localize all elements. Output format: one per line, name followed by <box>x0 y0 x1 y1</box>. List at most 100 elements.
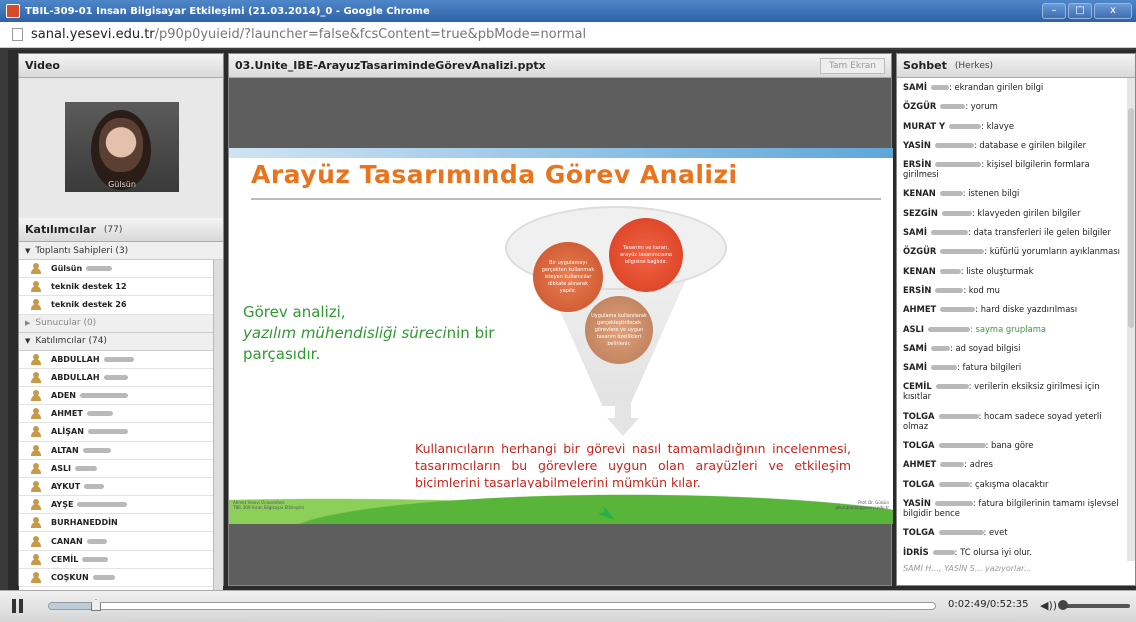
chat-sender: SAMİ <box>903 362 927 373</box>
chat-scroll-thumb[interactable] <box>1128 108 1134 328</box>
chat-sender: SAMİ <box>903 82 927 92</box>
volume-track[interactable] <box>1062 604 1130 608</box>
chat-scope: (Herkes) <box>954 60 994 71</box>
list-item[interactable]: ADEN <box>19 387 223 406</box>
maximize-button[interactable]: □ <box>1068 3 1092 19</box>
share-pod: 03.Unite_IBE-ArayuzTasarimindeGörevAnali… <box>228 53 893 586</box>
chat-message: ERSİN: kod mu <box>903 285 1121 295</box>
redacted-surname <box>86 538 107 544</box>
chat-text: : bana göre <box>985 440 1034 451</box>
chat-title: Sohbet <box>903 59 947 72</box>
playback-time: 0:02:49/0:52:35 <box>948 599 1029 610</box>
list-item[interactable]: teknik destek 26 <box>19 296 223 315</box>
participant-name: ABDULLAH <box>51 372 100 382</box>
close-button[interactable]: x <box>1094 3 1132 19</box>
chat-scrollbar[interactable] <box>1127 78 1135 561</box>
redacted-surname <box>938 530 984 536</box>
list-item[interactable]: ABDULLAH <box>19 351 223 369</box>
redacted-surname <box>949 123 982 129</box>
chat-header: Sohbet (Herkes) <box>897 54 1135 78</box>
pause-icon[interactable] <box>12 599 24 613</box>
chat-sender: TOLGA <box>903 527 935 538</box>
participant-name: CEMİL <box>51 554 79 564</box>
participant-name: ADEN <box>51 391 76 401</box>
volume-handle[interactable] <box>1058 600 1068 610</box>
redacted-surname <box>940 104 966 110</box>
slide-left-text: Görev analizi, yazılım mühendisliği süre… <box>243 302 494 365</box>
chat-sender: SAMİ <box>903 227 927 238</box>
user-icon <box>31 263 41 275</box>
connect-meeting-app: Video Gülsün Katılımcılar (77) ▼ Toplantı… <box>8 50 1136 611</box>
participants-count: (77) <box>103 224 123 235</box>
list-item[interactable]: AHMET <box>19 405 223 424</box>
video-pod: Gülsün <box>19 78 223 218</box>
chat-message: SAMİ: ekrandan girilen bilgi <box>903 82 1121 92</box>
user-icon <box>31 353 41 365</box>
minimize-button[interactable]: – <box>1042 3 1066 19</box>
webcam-person-face <box>99 118 143 172</box>
redacted-surname <box>940 307 976 313</box>
list-item[interactable]: ALİŞAN <box>19 423 223 442</box>
list-item[interactable]: teknik destek 12 <box>19 278 223 297</box>
chat-message: KENAN: istenen bilgi <box>903 188 1121 198</box>
chat-sender: MURAT Y <box>903 120 946 131</box>
slide-bottom-text: Kullanıcıların herhangi bir görevi nasıl… <box>415 441 851 490</box>
fullscreen-button[interactable]: Tam Ekran <box>820 57 885 74</box>
redacted-surname <box>86 266 113 272</box>
chat-text: : klavyeden girilen bilgiler <box>971 207 1081 218</box>
list-item[interactable]: BURHANEDDİN <box>19 514 223 533</box>
seek-track[interactable] <box>48 602 936 610</box>
page-icon <box>12 28 23 41</box>
chat-sender: YASİN <box>903 497 931 508</box>
chat-message: SAMİ: fatura bilgileri <box>903 362 1121 372</box>
user-icon <box>31 281 41 293</box>
webcam-feed <box>65 102 179 192</box>
group-presenters[interactable]: ▶ Sunucular (0) <box>19 314 223 333</box>
slide-left-line2-rest: nin bir <box>446 324 495 342</box>
redacted-surname <box>941 210 972 216</box>
chat-message: MURAT Y: klavye <box>903 121 1121 131</box>
typing-indicator: SAMİ H..., YASİN S... yazıyorlar... <box>903 563 1032 573</box>
speaker-icon[interactable]: ◀)) <box>1040 599 1057 612</box>
chat-message: YASİN: database e girilen bilgiler <box>903 140 1121 150</box>
group-attendees-label: Katılımcılar (74) <box>35 336 107 347</box>
slide-left-line3: parçasıdır. <box>243 345 321 363</box>
chat-text: : hard diske yazdırılması <box>975 304 1078 315</box>
list-item[interactable]: ASLI <box>19 460 223 478</box>
list-item[interactable]: AYŞE <box>19 496 223 515</box>
chat-message: TOLGA: hocam sadece soyad yeterli olmaz <box>903 411 1121 431</box>
redacted-surname <box>938 443 986 449</box>
group-hosts[interactable]: ▼ Toplantı Sahipleri (3) <box>19 242 223 260</box>
list-item[interactable]: ABDULLAH <box>19 369 223 387</box>
seek-handle[interactable] <box>91 599 101 611</box>
chat-sender: ÖZGÜR <box>903 101 937 112</box>
chat-text: : evet <box>983 527 1008 538</box>
redacted-surname <box>86 411 113 417</box>
list-item[interactable]: COŞKUN <box>19 569 223 587</box>
list-item[interactable]: AYKUT <box>19 478 223 497</box>
group-presenters-label: Sunucular (0) <box>35 318 97 329</box>
chat-text: : verilerin eksiksiz girilmesi için kısı… <box>903 381 1100 402</box>
participants-scrollbar[interactable] <box>213 260 223 611</box>
redacted-surname <box>939 268 961 274</box>
participant-name: teknik destek 12 <box>51 282 127 292</box>
chat-message: TOLGA: çakışma olacaktır <box>903 479 1121 489</box>
share-pod-header: 03.Unite_IBE-ArayuzTasarimindeGörevAnali… <box>229 54 891 78</box>
list-item[interactable]: CEMİL <box>19 551 223 569</box>
chat-message: TOLGA: bana göre <box>903 440 1121 450</box>
redacted-surname <box>934 142 974 148</box>
list-item[interactable]: Gülsün <box>19 260 223 279</box>
user-icon <box>31 462 41 474</box>
chat-message: CEMİL: verilerin eksiksiz girilmesi için… <box>903 381 1121 401</box>
redacted-surname <box>82 447 111 453</box>
chat-sender: CEMİL <box>903 381 932 392</box>
video-title: Video <box>25 59 60 72</box>
list-item[interactable]: ALTAN <box>19 442 223 460</box>
group-attendees[interactable]: ▼ Katılımcılar (74) <box>19 332 223 351</box>
address-bar[interactable]: sanal.yesevi.edu.tr/p90p0yuieid/?launche… <box>0 22 1136 48</box>
list-item[interactable]: CANAN <box>19 532 223 551</box>
chat-sender: KENAN <box>903 265 936 276</box>
participants-list: ▼ Toplantı Sahipleri (3) Gülsün teknik de… <box>19 242 223 611</box>
chat-sender: SAMİ <box>903 342 927 353</box>
chat-message: ERSİN: kişisel bilgilerin formlara giril… <box>903 159 1121 179</box>
